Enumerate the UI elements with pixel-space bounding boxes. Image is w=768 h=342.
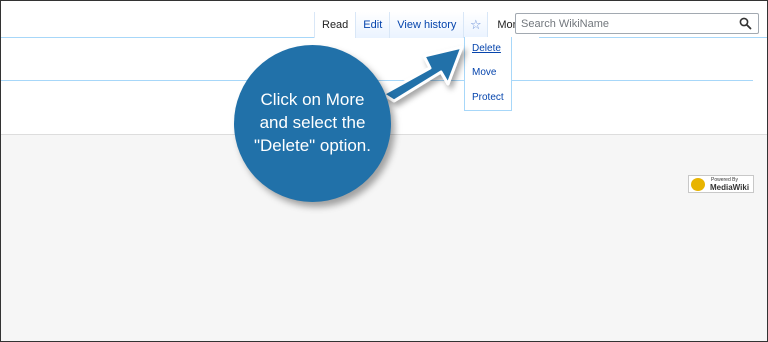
watch-star-icon[interactable]: ☆ bbox=[463, 12, 488, 38]
page-tabs: Read Edit View history ☆ Morev bbox=[314, 12, 539, 38]
callout-text: Click on More and select the "Delete" op… bbox=[234, 88, 391, 157]
search-box bbox=[515, 13, 759, 34]
search-input[interactable] bbox=[516, 14, 731, 34]
tab-view-history[interactable]: View history bbox=[389, 12, 464, 38]
powered-by-mediawiki-badge[interactable]: Powered By MediaWiki bbox=[688, 175, 754, 193]
callout-line-3: "Delete" option. bbox=[254, 136, 371, 155]
tab-read[interactable]: Read bbox=[314, 12, 356, 38]
callout-line-1: Click on More bbox=[260, 90, 365, 109]
menu-item-move[interactable]: Move bbox=[472, 67, 496, 78]
mediawiki-logo-icon bbox=[691, 178, 705, 191]
screenshot-frame: Read Edit View history ☆ Morev Delete Mo… bbox=[0, 0, 768, 342]
search-icon[interactable] bbox=[739, 17, 752, 30]
more-dropdown-menu: Delete Move Protect bbox=[464, 37, 512, 111]
callout-line-2: and select the bbox=[259, 113, 366, 132]
tab-edit[interactable]: Edit bbox=[355, 12, 390, 38]
menu-item-protect[interactable]: Protect bbox=[472, 92, 504, 103]
footer-area bbox=[1, 134, 767, 341]
mediawiki-label: MediaWiki bbox=[710, 183, 750, 192]
menu-item-delete[interactable]: Delete bbox=[472, 43, 501, 54]
